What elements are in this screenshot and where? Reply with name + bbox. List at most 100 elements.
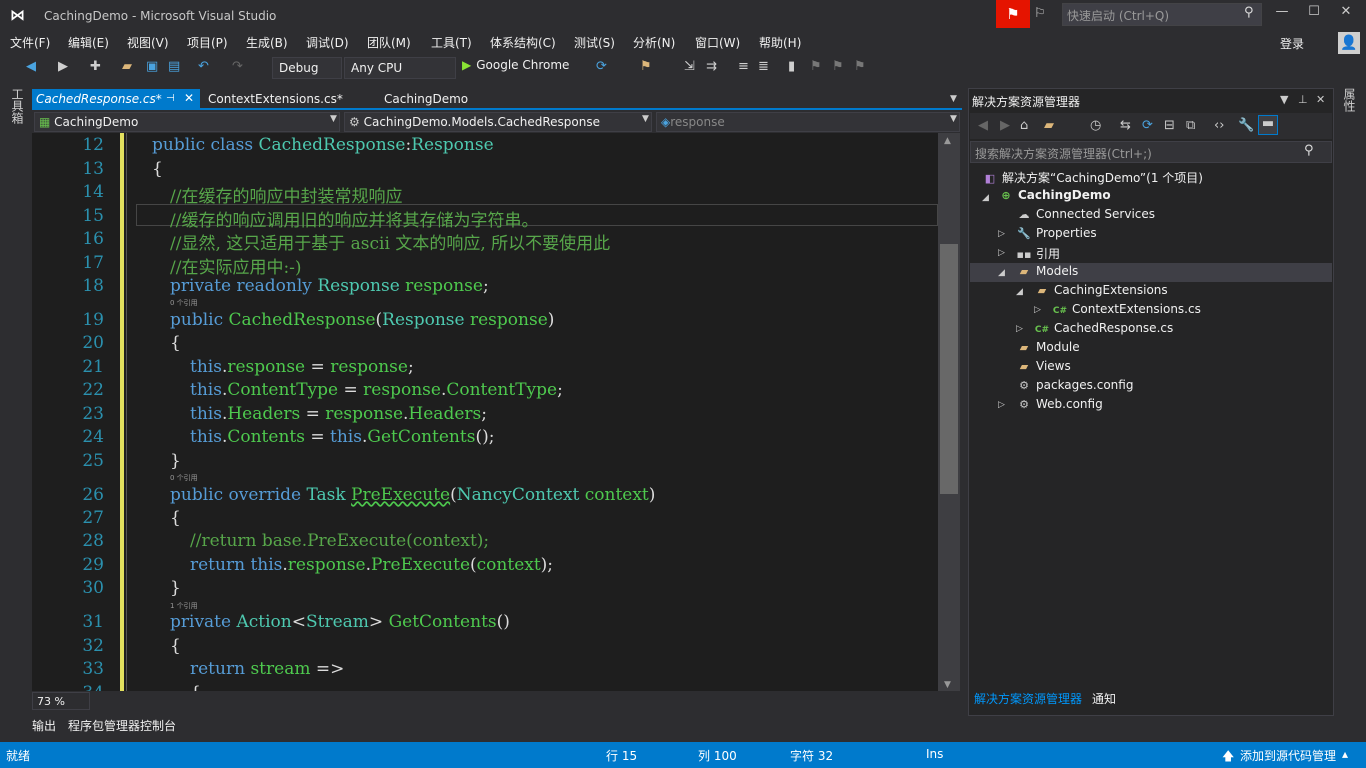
pin-icon[interactable]: ⊥ [1298, 93, 1308, 106]
menu-project[interactable]: 项目(P) [187, 34, 228, 51]
maximize-button[interactable]: ☐ [1302, 4, 1326, 19]
class-select[interactable]: ⚙ CachingDemo.Models.CachedResponse [344, 112, 652, 132]
code-line[interactable]: public CachedResponse(Response response) [170, 310, 554, 330]
menu-tools[interactable]: 工具(T) [431, 34, 472, 51]
tab-cachedresponse[interactable]: CachedResponse.cs* [32, 89, 200, 109]
tree-item-project[interactable]: ⊕ CachingDemo [998, 188, 1110, 207]
collapse-arrow-icon[interactable]: ▷ [1034, 305, 1041, 315]
code-line[interactable]: this.Headers = response.Headers; [190, 404, 487, 424]
bookmark-icon[interactable]: ▮ [788, 59, 795, 74]
code-line[interactable]: return stream => [190, 659, 344, 679]
redo-icon[interactable]: ↷ [232, 59, 243, 74]
panel-menu-icon[interactable]: ▼ [1280, 93, 1288, 106]
code-comment[interactable]: //在实际应用中:-) [170, 253, 302, 278]
close-tab-icon[interactable]: ✕ [184, 91, 194, 105]
platform-select[interactable]: Any CPU [344, 57, 456, 79]
tree-item-cachingextensions[interactable]: ▰ CachingExtensions [1034, 283, 1168, 302]
tree-item-solution[interactable]: ◧ 解决方案“CachingDemo”(1 个项目) [982, 169, 1203, 188]
menu-help[interactable]: 帮助(H) [759, 34, 801, 51]
tree-item-models[interactable]: ▰ Models [1016, 264, 1079, 283]
zoom-level-select[interactable]: 73 % [32, 692, 90, 710]
project-select[interactable]: ▦ CachingDemo [34, 112, 340, 132]
collapse-arrow-icon[interactable]: ▷ [998, 229, 1005, 239]
tab-list-chevron-icon[interactable]: ▼ [950, 94, 957, 104]
minimize-button[interactable]: — [1270, 4, 1294, 19]
collapse-arrow-icon[interactable]: ▷ [998, 400, 1005, 410]
uncomment-icon[interactable]: ≣ [758, 59, 769, 74]
clear-bookmarks-icon[interactable]: ⚑ [854, 59, 866, 74]
new-project-icon[interactable]: ✚ [90, 59, 101, 74]
browser-link-icon[interactable]: ⚑ [640, 59, 652, 74]
show-all-files-icon[interactable]: ⧉ [1186, 118, 1195, 133]
menu-edit[interactable]: 编辑(E) [68, 34, 109, 51]
menu-build[interactable]: 生成(B) [246, 34, 288, 51]
tree-item-web-config[interactable]: ⚙ Web.config [1016, 397, 1103, 416]
collapse-all-icon[interactable]: ⊟ [1164, 118, 1175, 133]
back-icon[interactable]: ◀ [26, 59, 36, 74]
collapse-arrow-icon[interactable]: ▷ [1016, 324, 1023, 334]
member-select[interactable]: ◈response [656, 112, 960, 132]
scrollbar-thumb[interactable] [940, 244, 958, 494]
feedback-flag-icon[interactable]: ⚑ [996, 0, 1030, 28]
chevron-up-icon[interactable]: ▴ [1342, 747, 1348, 761]
tab-cachingdemo[interactable]: CachingDemo [380, 89, 472, 109]
preview-selected-icon[interactable]: ▬ [1258, 115, 1278, 135]
chevron-down-icon[interactable]: ▼ [330, 114, 337, 124]
refresh-icon[interactable]: ⟳ [1142, 118, 1153, 133]
code-line[interactable]: this.Contents = this.GetContents(); [190, 427, 494, 447]
forward-icon[interactable]: ▶ [58, 59, 68, 74]
expand-arrow-icon[interactable]: ◢ [1016, 287, 1023, 297]
code-line[interactable]: public class CachedResponse:Response [152, 135, 494, 155]
quick-launch-input[interactable]: 快速启动 (Ctrl+Q) [1062, 3, 1262, 26]
code-comment[interactable]: //显然, 这只适用于基于 ascii 文本的响应, 所以不要使用此 [170, 229, 610, 254]
tab-solution-explorer[interactable]: 解决方案资源管理器 [974, 690, 1082, 707]
code-comment[interactable]: //在缓存的响应中封装常规响应 [170, 182, 402, 207]
code-line[interactable]: private readonly Response response; [170, 276, 489, 296]
chevron-down-icon[interactable]: ▼ [642, 114, 649, 124]
login-link[interactable]: 登录 [1280, 35, 1304, 52]
menu-team[interactable]: 团队(M) [367, 34, 411, 51]
code-line[interactable]: { [170, 508, 181, 528]
refresh-icon[interactable]: ⟳ [596, 59, 607, 74]
code-line[interactable]: this.response = response; [190, 357, 414, 377]
back-icon[interactable]: ◀ [978, 118, 988, 133]
scroll-down-icon[interactable]: ▼ [944, 680, 951, 690]
menu-view[interactable]: 视图(V) [127, 34, 169, 51]
code-line[interactable]: } [170, 451, 181, 471]
menu-file[interactable]: 文件(F) [10, 34, 50, 51]
save-icon[interactable]: ▣ [146, 59, 158, 74]
run-button[interactable]: ▶ Google Chrome [462, 58, 569, 72]
codelens-references[interactable]: 0 个引用 [170, 298, 198, 308]
open-file-icon[interactable]: ▰ [122, 59, 132, 74]
tab-output[interactable]: 输出 [32, 717, 56, 734]
account-icon[interactable]: 👤 [1338, 32, 1360, 54]
notifications-icon[interactable]: ⚐ [1034, 6, 1046, 21]
tree-item-packages-config[interactable]: ⚙ packages.config [1016, 378, 1133, 397]
code-comment[interactable]: //return base.PreExecute(context); [190, 531, 489, 551]
toolbox-tab[interactable]: 工具箱 [8, 88, 26, 124]
close-icon[interactable]: ✕ [1316, 93, 1325, 106]
tree-item-properties[interactable]: 🔧 Properties [1016, 226, 1097, 245]
close-button[interactable]: ✕ [1334, 4, 1358, 19]
tab-contextextensions[interactable]: ContextExtensions.cs* [204, 89, 347, 109]
step-into-icon[interactable]: ⇲ [684, 59, 695, 74]
tree-item-cachedresponse[interactable]: C# CachedResponse.cs [1034, 321, 1173, 340]
collapse-arrow-icon[interactable]: ▷ [998, 248, 1005, 258]
search-icon[interactable]: ⚲ [1244, 5, 1254, 20]
tab-notifications[interactable]: 通知 [1092, 690, 1116, 707]
upload-icon[interactable]: 🡅 [1222, 747, 1234, 768]
expand-arrow-icon[interactable]: ◢ [982, 193, 989, 203]
codelens-references[interactable]: 0 个引用 [170, 473, 198, 483]
next-bookmark-icon[interactable]: ⚑ [832, 59, 844, 74]
solution-config-select[interactable]: Debug [272, 57, 342, 79]
menu-window[interactable]: 窗口(W) [695, 34, 740, 51]
code-line[interactable]: private Action<Stream> GetContents() [170, 612, 510, 632]
tree-item-module[interactable]: ▰ Module [1016, 340, 1080, 359]
tree-item-views[interactable]: ▰ Views [1016, 359, 1071, 378]
pin-icon[interactable]: ⊣ [166, 93, 175, 104]
menu-test[interactable]: 测试(S) [574, 34, 615, 51]
properties-tab[interactable]: 属性 [1340, 88, 1358, 112]
forward-icon[interactable]: ▶ [1000, 118, 1010, 133]
chevron-down-icon[interactable]: ▼ [950, 114, 957, 124]
code-line[interactable]: { [170, 636, 181, 656]
